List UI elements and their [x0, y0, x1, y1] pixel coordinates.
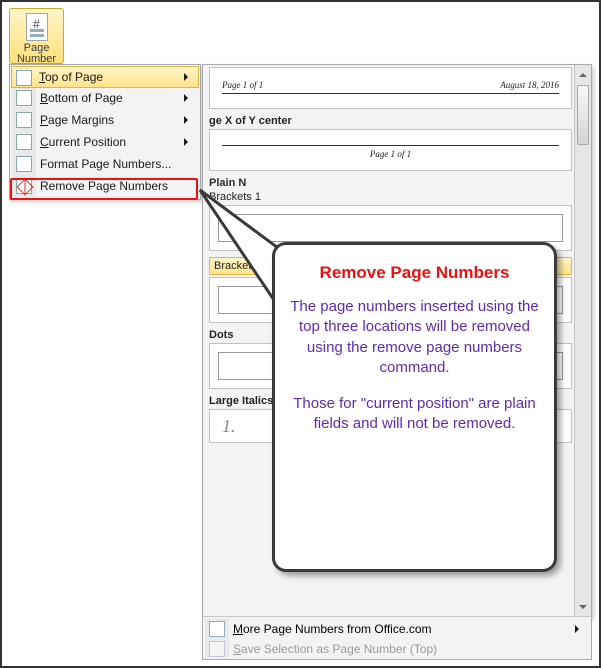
gallery-scrollbar[interactable] [574, 65, 591, 617]
preview-date: August 18, 2016 [500, 80, 559, 90]
format-icon [16, 156, 32, 172]
gallery-preview[interactable]: Page 1 of 1 [209, 129, 572, 171]
page-icon [16, 134, 32, 150]
menu-label: Current Position [40, 135, 126, 149]
menu-label: Save Selection as Page Number (Top) [233, 642, 437, 656]
menu-format-page-numbers[interactable]: Format Page Numbers... [12, 153, 198, 175]
page-number-label: Page Number [10, 43, 63, 65]
callout-title: Remove Page Numbers [289, 263, 540, 283]
preview-rule [222, 145, 559, 146]
submenu-arrow-icon [575, 625, 583, 633]
annotation-highlight [10, 178, 198, 200]
page-number-icon [26, 13, 48, 41]
page-icon [16, 70, 32, 86]
submenu-arrow-icon [184, 116, 192, 124]
preview-text: Page 1 of 1 [370, 149, 411, 159]
gallery-item-label: Brackets 1 [209, 191, 572, 203]
submenu-arrow-icon [184, 94, 192, 102]
page-number-ribbon-button[interactable]: Page Number [9, 8, 64, 64]
preview-text: 1. [222, 416, 236, 436]
menu-bottom-of-page[interactable]: Bottom of Page [12, 87, 198, 109]
page-icon [16, 112, 32, 128]
page-icon [16, 90, 32, 106]
save-icon [209, 641, 225, 657]
menu-label: Page Margins [40, 113, 114, 127]
gallery-item-label: ge X of Y center [209, 115, 572, 127]
menu-page-margins[interactable]: Page Margins [12, 109, 198, 131]
menu-label: More Page Numbers from Office.com [233, 622, 432, 636]
gallery-item-label-text: Brackets 2 [214, 260, 266, 272]
gallery-footer: More Page Numbers from Office.com Save S… [202, 616, 592, 660]
menu-save-selection: Save Selection as Page Number (Top) [205, 639, 589, 659]
menu-current-position[interactable]: Current Position [12, 131, 198, 153]
gallery-preview[interactable]: Page 1 of 1 August 18, 2016 [209, 67, 572, 109]
submenu-arrow-icon [184, 138, 192, 146]
submenu-arrow-icon [184, 73, 192, 81]
callout-paragraph: Those for "current position" are plain f… [289, 394, 540, 435]
menu-label: Top of Page [39, 70, 103, 84]
preview-text: Page 1 of 1 [222, 80, 263, 90]
office-icon [209, 621, 225, 637]
callout-paragraph: The page numbers inserted using the top … [289, 297, 540, 378]
preview-rule [222, 93, 559, 94]
menu-more-page-numbers[interactable]: More Page Numbers from Office.com [205, 619, 589, 639]
menu-label: Format Page Numbers... [40, 157, 171, 171]
annotation-callout: Remove Page Numbers The page numbers ins… [272, 242, 557, 572]
scrollbar-thumb[interactable] [577, 85, 589, 145]
gallery-section-label: Plain N [209, 177, 572, 189]
menu-label: Bottom of Page [40, 91, 123, 105]
menu-top-of-page[interactable]: Top of Page [11, 66, 199, 88]
